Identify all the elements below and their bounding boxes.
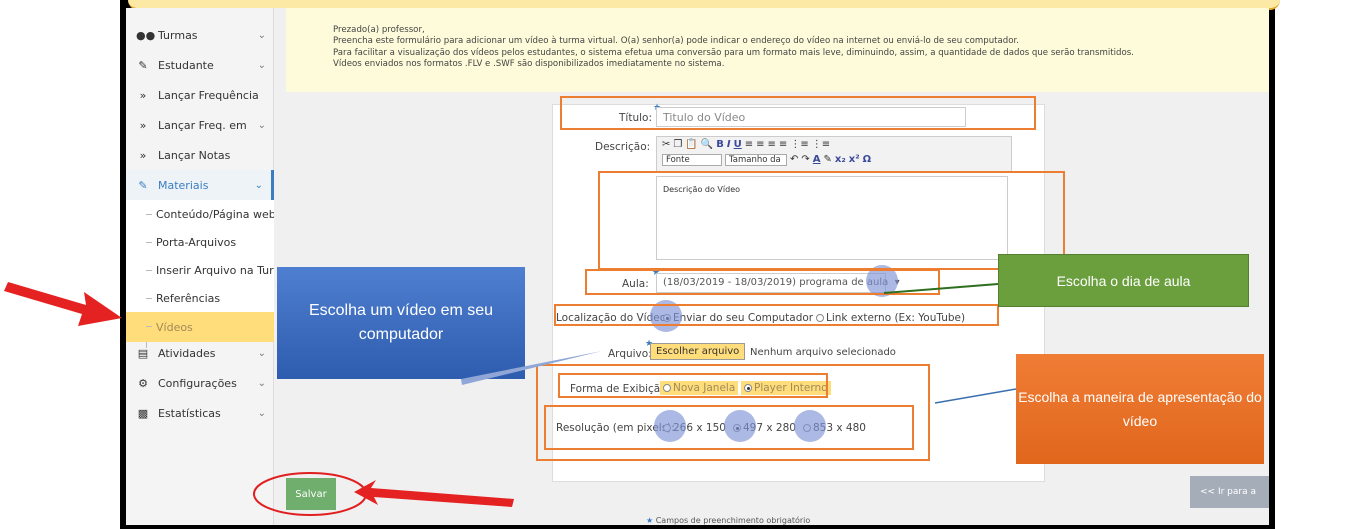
save-highlight-ring (253, 472, 367, 516)
app-window: ●● Turmas ⌄ ✎ Estudante ⌄ » Lançar Frequ… (126, 8, 1269, 525)
callout-pointer (934, 388, 1017, 404)
arrow-to-save-icon (354, 480, 514, 507)
annotation-overlay (253, 283, 1017, 516)
arrow-to-videos-icon (4, 282, 122, 326)
callout-pointer (883, 283, 999, 294)
outer-annotation (4, 282, 122, 326)
callout-pointer (461, 351, 602, 385)
